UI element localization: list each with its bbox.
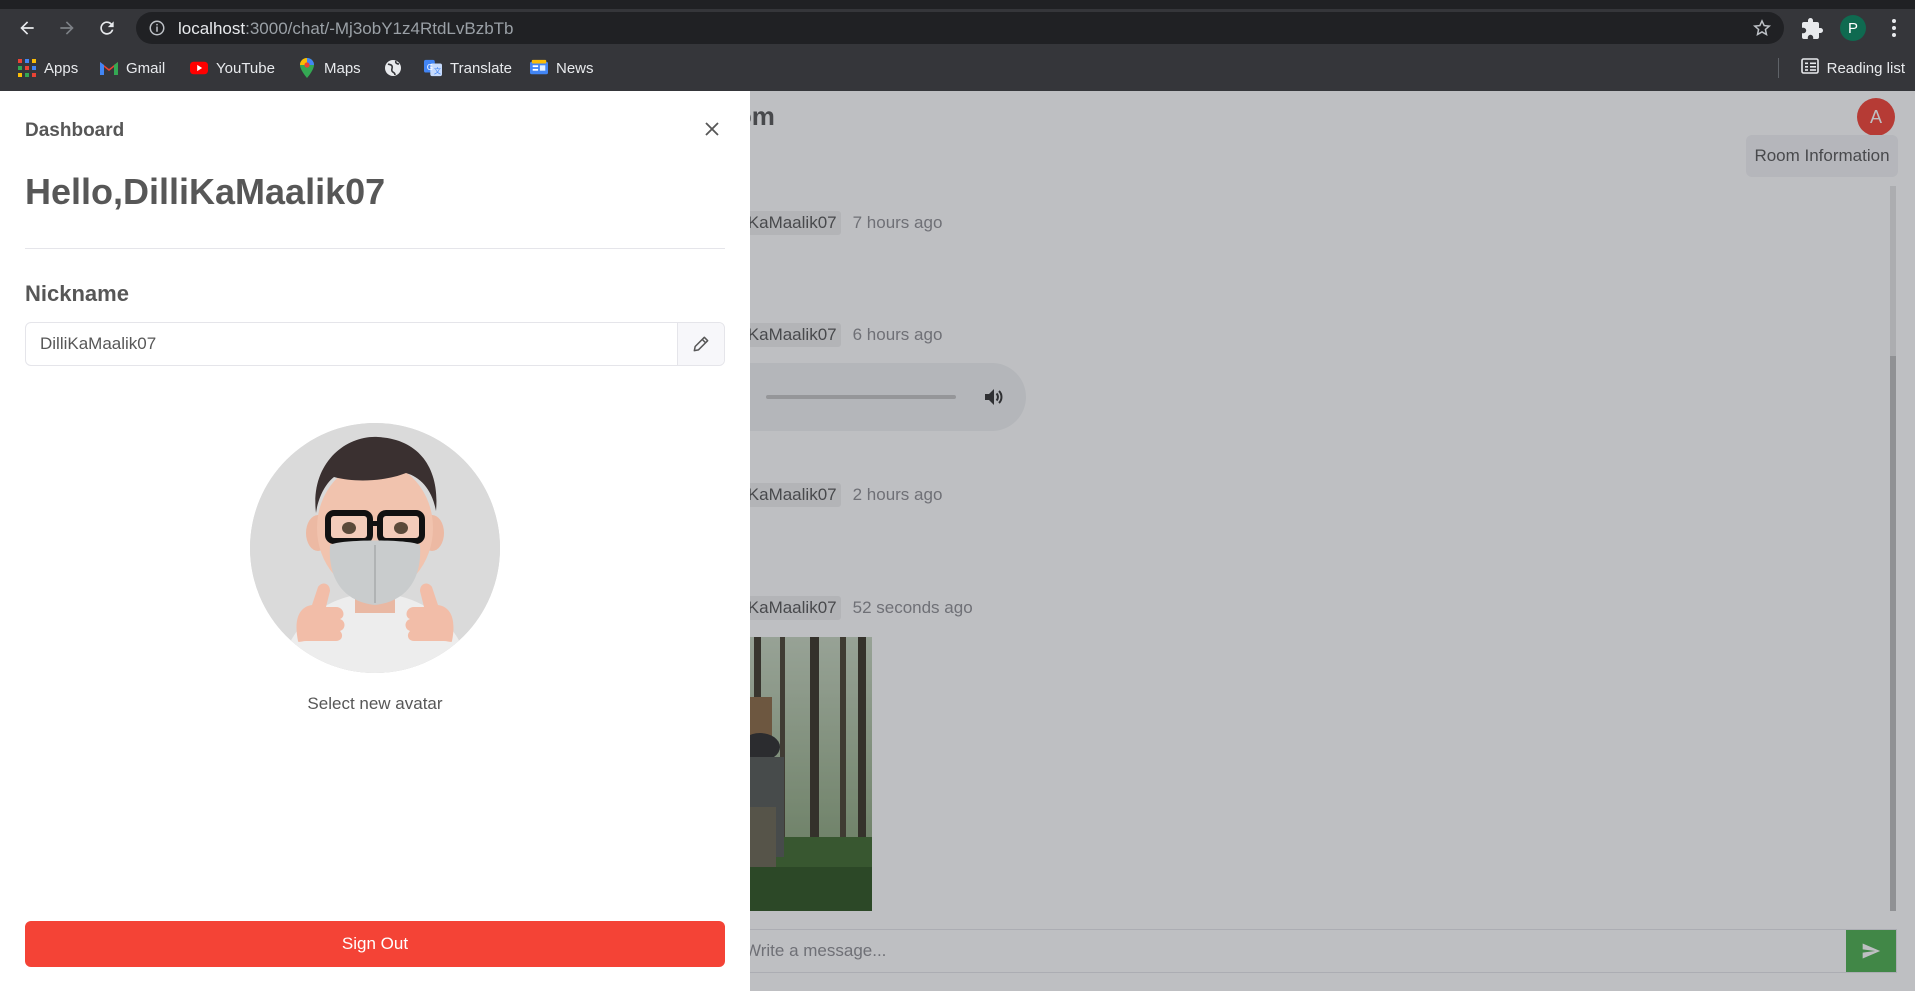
close-button[interactable] xyxy=(700,117,724,141)
address-bar[interactable]: localhost:3000/chat/-Mj3obY1z4RtdLvBzbTb xyxy=(136,12,1784,44)
pencil-icon xyxy=(693,336,709,352)
nickname-label: Nickname xyxy=(25,281,129,306)
sign-out-button[interactable]: Sign Out xyxy=(25,921,725,967)
apps-grid-icon xyxy=(18,59,36,77)
bookmark-news[interactable]: News xyxy=(530,55,594,81)
reading-list-label: Reading list xyxy=(1826,59,1905,77)
tab-strip xyxy=(0,0,1915,9)
translate-icon: G文 xyxy=(424,59,442,77)
extensions-puzzle-icon[interactable] xyxy=(1800,17,1824,41)
bookmarks-bar: Apps Gmail YouTube Maps G 文 Translate Ne… xyxy=(0,52,1915,84)
url-path: :3000/chat/-Mj3obY1z4RtdLvBzbTb xyxy=(245,19,514,38)
reading-list-button[interactable]: Reading list xyxy=(1800,55,1905,81)
back-button[interactable] xyxy=(14,15,40,41)
forward-arrow-icon xyxy=(60,21,74,35)
svg-text:文: 文 xyxy=(434,66,441,75)
divider xyxy=(25,248,725,249)
bookmark-label: YouTube xyxy=(216,59,275,77)
reload-button[interactable] xyxy=(94,15,120,41)
select-avatar-label[interactable]: Select new avatar xyxy=(250,694,500,714)
memoji-avatar-image xyxy=(250,423,500,673)
reload-icon xyxy=(100,21,114,35)
bookmark-gmail[interactable]: Gmail xyxy=(100,55,165,81)
drawer-title: Dashboard xyxy=(25,120,125,141)
bookmark-label: Apps xyxy=(44,59,79,77)
nickname-input[interactable] xyxy=(26,323,678,365)
reading-list-icon xyxy=(1800,58,1819,78)
bookmark-maps[interactable]: Maps xyxy=(298,55,361,81)
close-icon xyxy=(705,122,719,136)
bookmark-label: News xyxy=(556,59,594,77)
youtube-icon xyxy=(190,59,208,77)
profile-avatar[interactable] xyxy=(250,423,500,673)
bookmark-translate[interactable]: G文 Translate xyxy=(424,55,512,81)
url-text: localhost:3000/chat/-Mj3obY1z4RtdLvBzbTb xyxy=(178,19,513,39)
forward-button[interactable] xyxy=(54,15,80,41)
bookmark-label: Maps xyxy=(324,59,361,77)
edit-nickname-button[interactable] xyxy=(677,323,724,365)
bookmark-star-icon[interactable] xyxy=(1752,18,1772,38)
globe-icon xyxy=(384,59,402,77)
browser-chrome: localhost:3000/chat/-Mj3obY1z4RtdLvBzbTb… xyxy=(0,0,1915,91)
url-host: localhost xyxy=(178,19,246,38)
browser-toolbar: localhost:3000/chat/-Mj3obY1z4RtdLvBzbTb… xyxy=(0,9,1915,46)
bookmark-globe[interactable] xyxy=(384,55,402,81)
info-icon xyxy=(149,20,165,36)
bookmark-apps[interactable]: Apps xyxy=(18,55,78,81)
gmail-icon xyxy=(100,59,118,77)
bookmark-label: Gmail xyxy=(126,59,166,77)
dashboard-drawer: Dashboard Hello,DilliKaMaalik07 Nickname xyxy=(0,91,750,991)
nickname-input-group xyxy=(25,322,725,366)
svg-text:G: G xyxy=(427,62,433,72)
news-icon xyxy=(530,59,548,77)
maps-icon xyxy=(298,58,316,78)
greeting-heading: Hello,DilliKaMaalik07 xyxy=(25,171,386,212)
bookmark-label: Translate xyxy=(450,59,512,77)
back-arrow-icon xyxy=(20,21,34,35)
bookmark-youtube[interactable]: YouTube xyxy=(190,55,275,81)
bookmarks-separator xyxy=(1778,58,1779,78)
profile-avatar-button[interactable]: P xyxy=(1840,15,1866,41)
browser-menu-icon[interactable] xyxy=(1884,17,1904,39)
